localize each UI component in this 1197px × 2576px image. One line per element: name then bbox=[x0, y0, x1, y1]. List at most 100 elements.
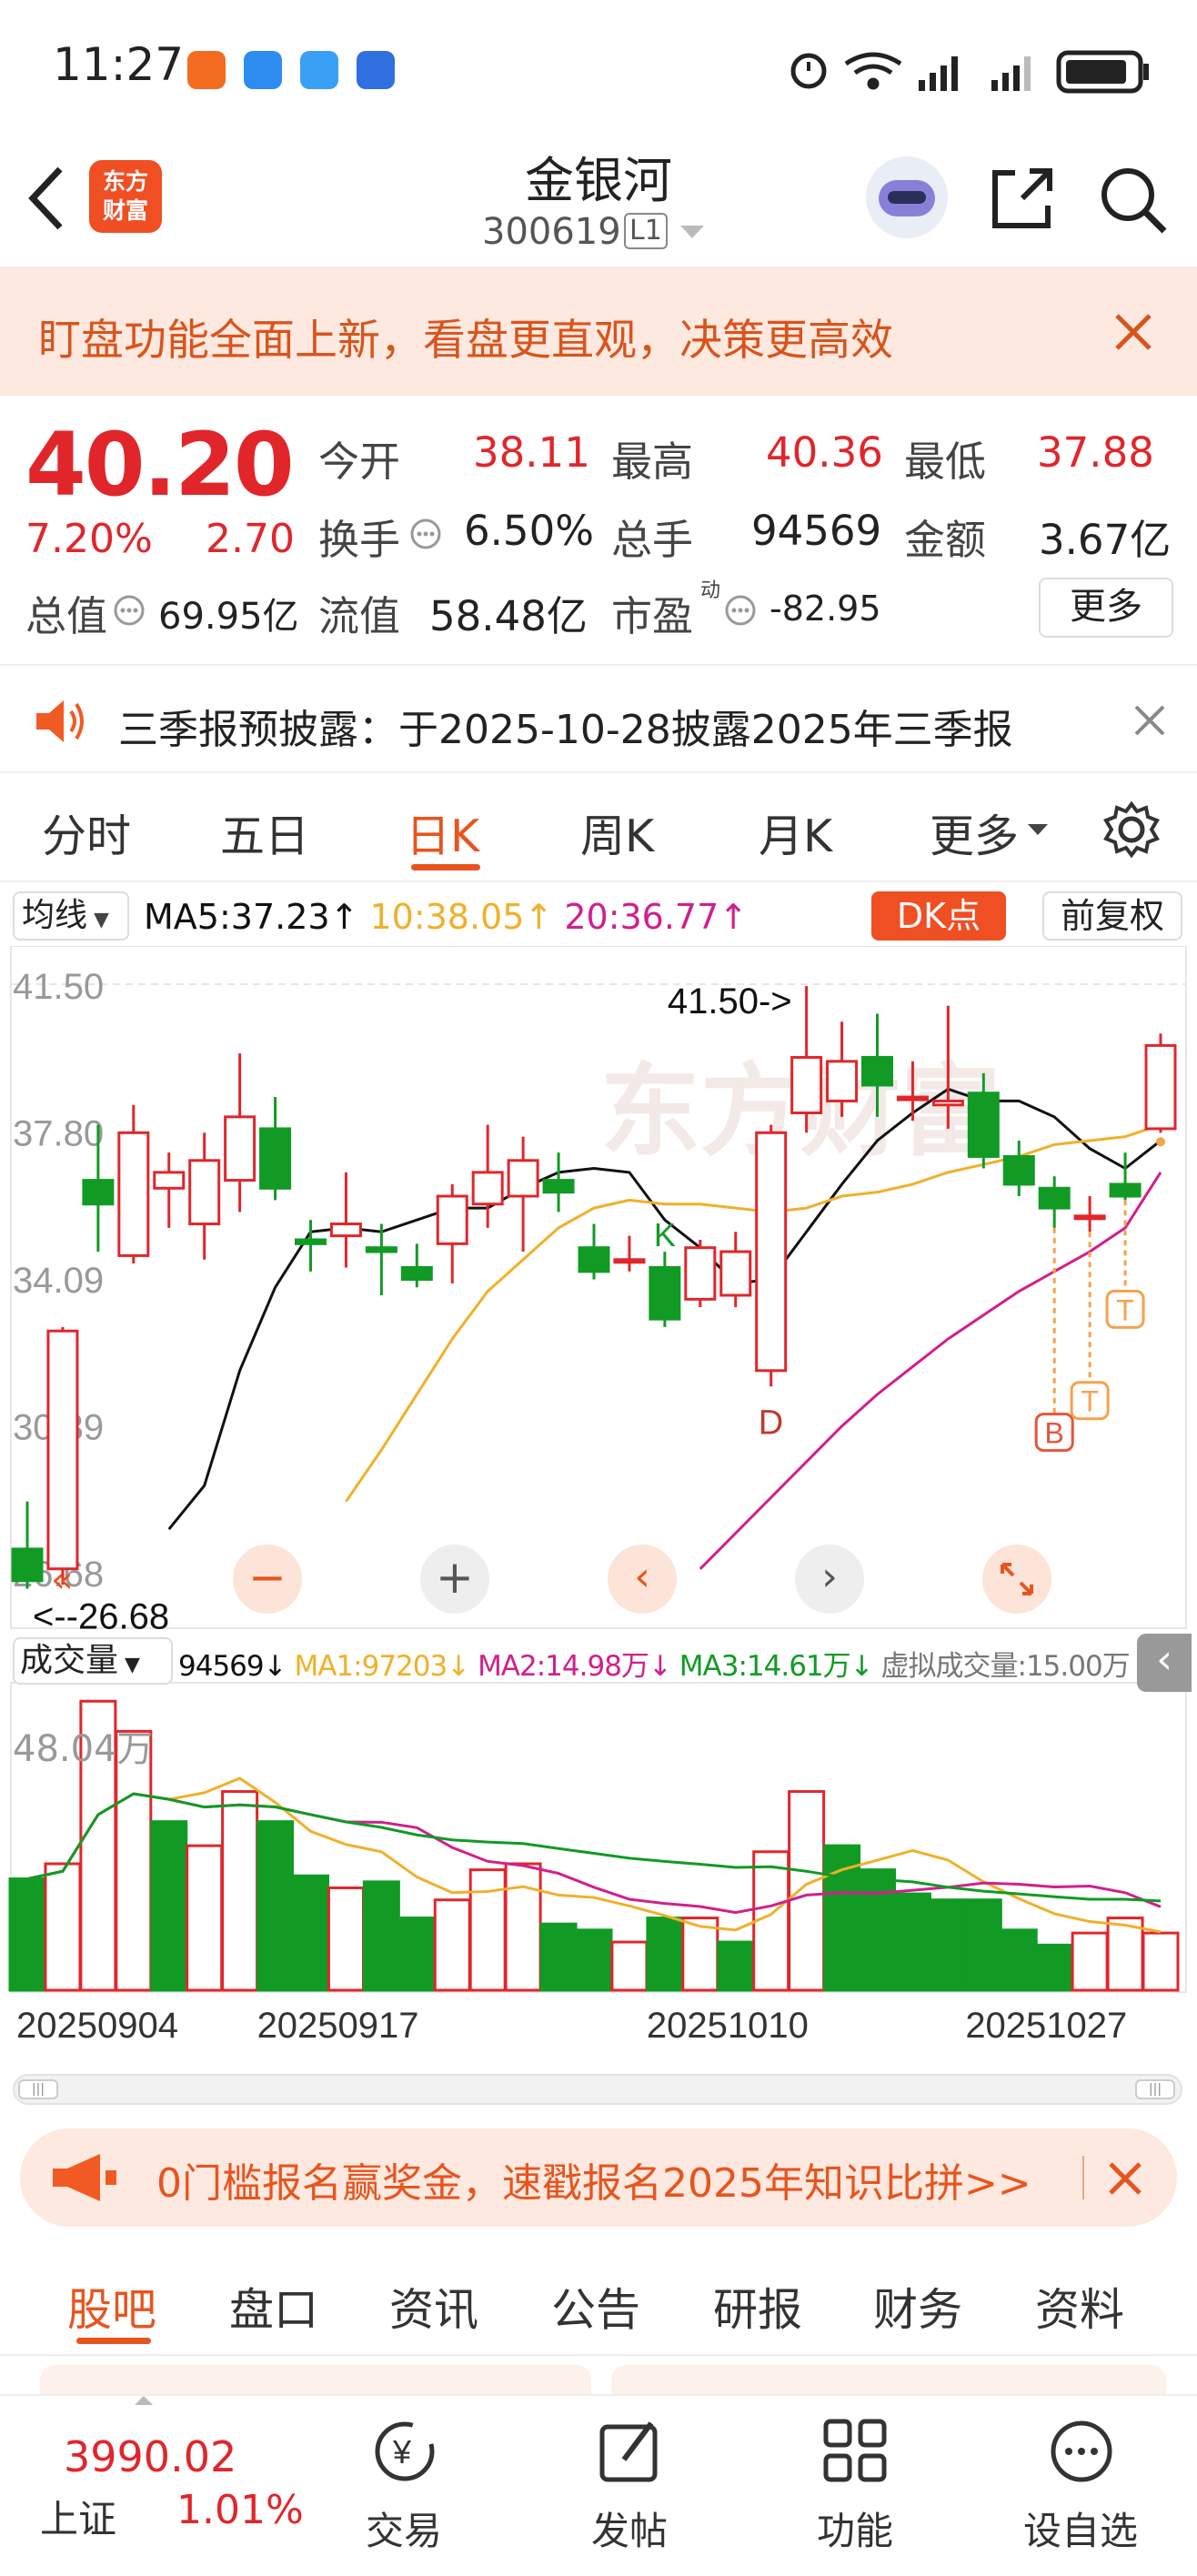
volume-indicator-select[interactable]: 成交量 ▼ bbox=[13, 1637, 173, 1685]
close-icon[interactable] bbox=[1108, 2161, 1142, 2196]
battery-icon bbox=[1056, 50, 1149, 94]
promo-banner[interactable]: 盯盘功能全面上新，看盘更直观，决策更高效 bbox=[0, 268, 1197, 396]
close-icon[interactable] bbox=[1133, 704, 1166, 737]
index-value[interactable]: 3990.02 bbox=[64, 2432, 236, 2481]
candle-body bbox=[224, 1115, 256, 1182]
candle-body bbox=[153, 1171, 186, 1190]
volume-bar bbox=[468, 1868, 507, 1992]
tab-weekly-k[interactable]: 周K bbox=[580, 800, 654, 865]
candle-body bbox=[967, 1092, 1000, 1158]
tab-monthly-k[interactable]: 月K bbox=[759, 800, 832, 865]
promo-banner-text: 盯盘功能全面上新，看盘更直观，决策更高效 bbox=[38, 316, 893, 366]
divider bbox=[1082, 2156, 1084, 2199]
candle bbox=[224, 1053, 256, 1213]
jump-start-icon[interactable]: « bbox=[51, 1559, 73, 1601]
index-change: 1.01% bbox=[176, 2487, 304, 2533]
volume-legend: 成交量 ▼ 94569↓ MA1:97203↓ MA2:14.98万↓ MA3:… bbox=[0, 1634, 1197, 1692]
ai-assistant-icon[interactable] bbox=[866, 156, 948, 238]
zoom-out-button[interactable]: − bbox=[233, 1545, 302, 1614]
app-logo[interactable]: 东方 财富 bbox=[89, 160, 162, 233]
tab-finance[interactable]: 财务 bbox=[873, 2274, 962, 2339]
level-badge[interactable]: L1 bbox=[624, 213, 668, 249]
candle-body bbox=[578, 1246, 610, 1273]
candle-body bbox=[1073, 1214, 1106, 1221]
candle bbox=[542, 1152, 575, 1213]
pe-value: -82.95 bbox=[770, 589, 881, 629]
tab-five-day[interactable]: 五日 bbox=[220, 800, 309, 865]
volume-bar bbox=[186, 1844, 224, 1992]
ad-banner[interactable]: 0门槛报名赢奖金，速戳报名2025年知识比拼>> bbox=[20, 2128, 1177, 2227]
dropdown-arrow-icon[interactable] bbox=[1028, 824, 1048, 837]
nav-functions[interactable]: 功能 bbox=[773, 2396, 937, 2576]
indicator-select[interactable]: 均线 ▼ bbox=[13, 891, 129, 941]
content-tabs: 股吧 盘口 资讯 公告 研报 财务 资料 bbox=[0, 2247, 1197, 2356]
ma5-value: MA5:37.23 bbox=[144, 897, 330, 937]
ad-text: 0门槛报名赢奖金，速戳报名2025年知识比拼>> bbox=[156, 2160, 1031, 2207]
search-icon[interactable] bbox=[1097, 164, 1170, 236]
marker-dot bbox=[1156, 1137, 1165, 1147]
info-icon[interactable] bbox=[409, 518, 442, 550]
tab-more[interactable]: 更多 bbox=[930, 800, 1019, 865]
tab-research[interactable]: 研报 bbox=[713, 2274, 802, 2339]
info-icon[interactable] bbox=[724, 594, 757, 627]
mktcap-label: 总值 bbox=[25, 592, 108, 640]
candle-body bbox=[1038, 1186, 1071, 1210]
candle bbox=[365, 1223, 397, 1295]
tab-pankou[interactable]: 盘口 bbox=[229, 2274, 318, 2339]
scroll-left-button[interactable]: ‹ bbox=[608, 1545, 677, 1614]
candle-body bbox=[1109, 1182, 1142, 1198]
tab-guba[interactable]: 股吧 bbox=[67, 2274, 156, 2339]
signal-icon-1 bbox=[919, 56, 958, 91]
share-icon[interactable] bbox=[990, 166, 1055, 231]
nav-post[interactable]: 发帖 bbox=[548, 2396, 711, 2576]
tab-profile[interactable]: 资料 bbox=[1035, 2274, 1124, 2339]
dropdown-arrow-icon[interactable] bbox=[680, 226, 704, 240]
volume-bar bbox=[44, 1862, 82, 1992]
candle bbox=[613, 1235, 646, 1272]
candle-body bbox=[719, 1250, 752, 1297]
zoom-in-button[interactable]: + bbox=[420, 1545, 489, 1614]
candle bbox=[1038, 1176, 1071, 1228]
tab-intraday[interactable]: 分时 bbox=[42, 800, 131, 865]
candle-body bbox=[790, 1055, 823, 1114]
adjust-button[interactable]: 前复权 bbox=[1042, 891, 1182, 941]
settings-gear-icon[interactable] bbox=[1102, 800, 1161, 859]
tab-daily-k[interactable]: 日K bbox=[406, 800, 479, 865]
volume-bar bbox=[575, 1928, 613, 1992]
volume-bar bbox=[893, 1892, 931, 1992]
notice-bar[interactable]: 三季报预披露：于2025-10-28披露2025年三季报 bbox=[0, 664, 1197, 773]
x-axis-date-label: 20251027 bbox=[965, 2006, 1127, 2046]
tab-news[interactable]: 资讯 bbox=[389, 2274, 478, 2339]
candle bbox=[117, 1104, 150, 1264]
pe-label: 市盈 bbox=[611, 592, 694, 640]
mktcap-value: 69.95亿 bbox=[158, 596, 299, 638]
close-icon[interactable] bbox=[1113, 312, 1153, 352]
status-time: 11:27 bbox=[53, 38, 185, 91]
vol-ma3: MA3:14.61万 bbox=[679, 1650, 851, 1683]
scrollbar-handle-right[interactable]: ||| bbox=[1135, 2079, 1175, 2099]
back-icon[interactable] bbox=[24, 162, 69, 235]
dk-point-button[interactable]: DK点 bbox=[871, 891, 1006, 941]
t-signal-label: T bbox=[1081, 1385, 1099, 1418]
fullscreen-button[interactable] bbox=[982, 1545, 1051, 1614]
info-icon[interactable] bbox=[113, 594, 146, 627]
more-button[interactable]: 更多 bbox=[1039, 578, 1173, 638]
x-axis-date-label: 20250917 bbox=[257, 2006, 419, 2046]
stock-code: 300619 bbox=[482, 211, 621, 253]
message-notification-icon bbox=[244, 51, 282, 89]
y-axis-label: 41.50 bbox=[13, 967, 104, 1007]
scrollbar-handle-left[interactable]: ||| bbox=[18, 2079, 58, 2099]
scroll-right-button[interactable]: › bbox=[795, 1545, 864, 1614]
high-value: 40.36 bbox=[766, 428, 883, 477]
kline-chart[interactable]: 东方财富 41.5037.8034.0930.3926.68 41.50-><-… bbox=[0, 946, 1197, 2065]
logo-text-top: 东方 bbox=[102, 168, 148, 195]
tab-announcement[interactable]: 公告 bbox=[551, 2274, 640, 2339]
ma20-value: 20:36.77 bbox=[564, 897, 719, 937]
speaker-icon bbox=[36, 700, 84, 742]
nav-watchlist[interactable]: 设自选 bbox=[999, 2396, 1162, 2576]
chart-scrollbar[interactable]: ||| ||| bbox=[13, 2074, 1182, 2105]
candle-body bbox=[613, 1258, 646, 1264]
candle bbox=[684, 1239, 717, 1308]
nav-trade[interactable]: ¥ 交易 bbox=[322, 2396, 486, 2576]
collapse-panel-button[interactable]: ‹ bbox=[1137, 1634, 1192, 1692]
